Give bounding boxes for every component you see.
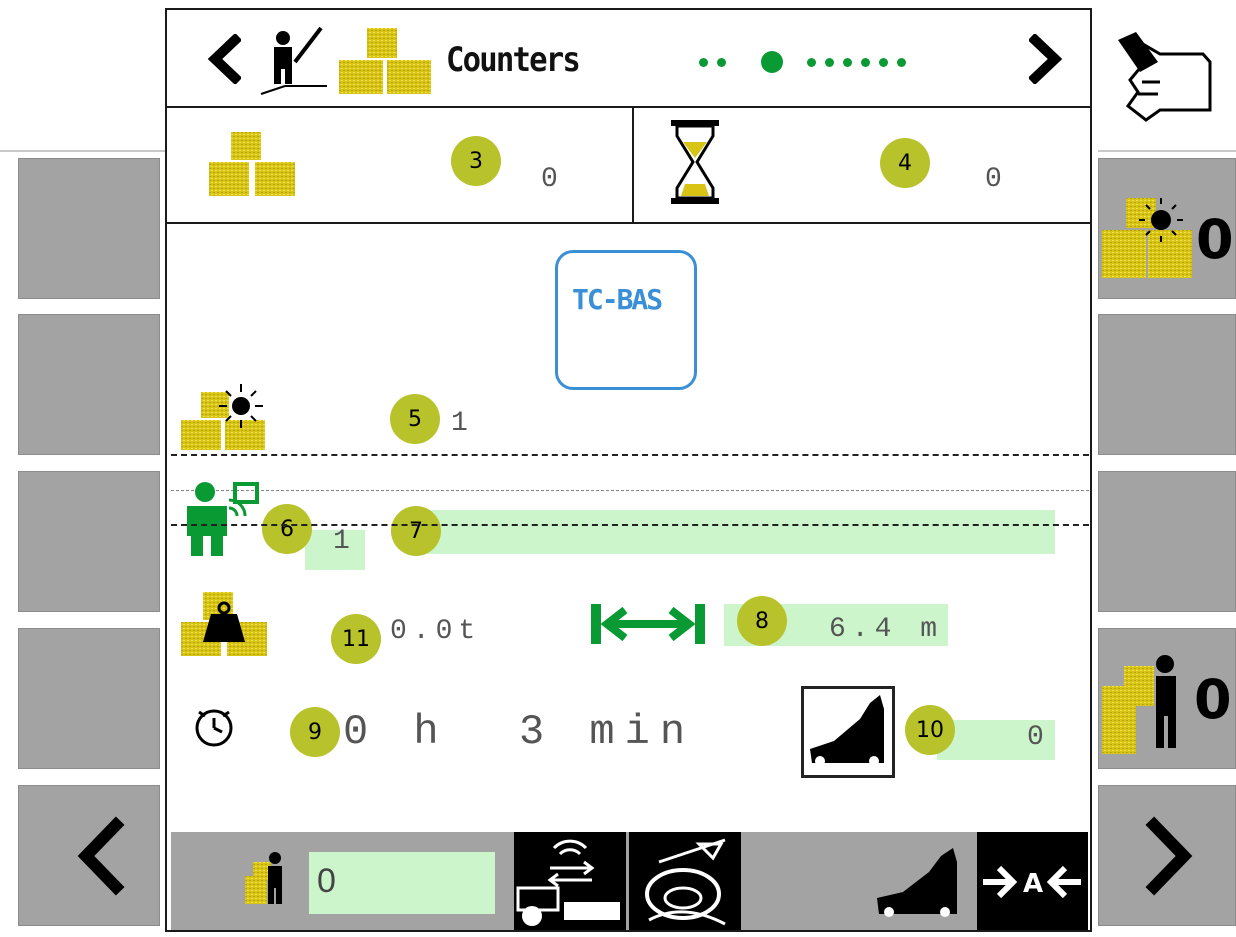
pickup-counter-value: 0	[1027, 722, 1044, 753]
page-indicator	[697, 51, 947, 74]
counters-row: 3 0 4 0	[167, 108, 1090, 224]
callout-9: 9	[290, 707, 340, 757]
left-softkey-3[interactable]	[18, 471, 160, 612]
working-width-icon	[591, 604, 705, 644]
page-title: Counters	[446, 40, 581, 80]
right-softkey-3[interactable]	[1098, 471, 1236, 612]
callout-4: 4	[880, 138, 930, 188]
callout-10: 10	[905, 705, 955, 755]
left-divider	[0, 150, 165, 152]
left-softkey-4[interactable]	[18, 628, 160, 769]
hourglass-icon	[671, 120, 719, 204]
operator-value: 1	[333, 526, 350, 557]
new-bales-value: 1	[451, 408, 468, 439]
row-separator	[171, 524, 1089, 526]
chevron-right-icon	[1145, 816, 1193, 896]
left-softkey-2[interactable]	[18, 314, 160, 455]
main-panel: Counters 3 0 4 0 TC-BAS 5 1 6 1 7 11 0.0…	[165, 8, 1092, 932]
page-dot	[825, 58, 834, 67]
page-dot	[807, 58, 816, 67]
new-bales-row-icon	[181, 384, 265, 450]
operator-tractor-icon	[187, 482, 259, 556]
reset-bales-value: 0	[1196, 208, 1234, 271]
bales-stack-icon	[339, 28, 431, 94]
counters-divider	[632, 108, 634, 222]
auto-letter-a-icon: A	[1023, 869, 1043, 899]
pickup-icon-box	[801, 686, 895, 778]
working-width-value: 6.4 m	[829, 614, 944, 645]
next-page-button[interactable]	[1029, 34, 1065, 84]
time-counter-value: 0	[985, 164, 1002, 195]
reset-operator-value: 0	[1194, 668, 1232, 731]
right-softkey-hand[interactable]	[1098, 10, 1236, 150]
footer-button-knotter[interactable]	[629, 832, 741, 930]
operating-time-value: 0 h 3 min	[343, 708, 696, 756]
tc-bas-badge: TC-BAS	[555, 250, 697, 390]
tc-bas-label: TC-BAS	[572, 283, 663, 316]
callout-7: 7	[391, 506, 441, 556]
hand-pointer-icon	[1118, 32, 1212, 122]
right-softkey-2[interactable]	[1098, 314, 1236, 455]
page-dot	[897, 58, 906, 67]
operator-bales-icon	[245, 852, 282, 904]
operator-name-field[interactable]	[427, 510, 1055, 554]
callout-11: 11	[331, 614, 381, 664]
header-bar: Counters	[167, 10, 1090, 108]
knotter-icon	[645, 838, 726, 926]
right-softkey-next[interactable]	[1098, 785, 1236, 926]
prev-page-button[interactable]	[205, 34, 241, 84]
page-dot-active	[761, 51, 783, 73]
total-bales-icon	[209, 132, 295, 196]
page-dot	[861, 58, 870, 67]
right-softkey-reset-bales[interactable]: 0	[1098, 158, 1236, 299]
footer-button-auto[interactable]: A	[977, 832, 1088, 930]
left-softkey-1[interactable]	[18, 158, 160, 299]
callout-5: 5	[390, 394, 440, 444]
callout-8: 8	[737, 596, 787, 646]
callout-6: 6	[262, 504, 312, 554]
right-divider	[1098, 150, 1236, 152]
auto-mode-icon: A	[983, 865, 1081, 899]
page-dot	[843, 58, 852, 67]
pickup-icon	[810, 695, 884, 766]
operator-bales-field[interactable]: 0	[309, 852, 495, 914]
pickup-footer-icon	[877, 848, 957, 917]
footer-bar: 0 A	[171, 832, 1088, 930]
callout-3: 3	[451, 136, 501, 186]
total-bales-value: 0	[541, 164, 558, 195]
bale-weight-icon	[181, 592, 267, 656]
chevron-left-icon	[77, 816, 125, 896]
row-separator	[171, 490, 1089, 491]
operator-settings-icon	[260, 26, 327, 95]
page-dot	[879, 58, 888, 67]
operator-bales-value: 0	[317, 862, 336, 900]
footer-button-tractor-link[interactable]	[514, 832, 626, 930]
right-softkey-reset-operator[interactable]: 0	[1098, 628, 1236, 769]
tractor-communication-icon	[516, 839, 620, 926]
page-dot	[717, 58, 726, 67]
clock-icon	[195, 709, 233, 747]
row-separator	[171, 454, 1089, 456]
bale-weight-value: 0.0t	[390, 616, 482, 647]
page-dot	[699, 58, 708, 67]
left-softkey-prev[interactable]	[18, 785, 160, 926]
